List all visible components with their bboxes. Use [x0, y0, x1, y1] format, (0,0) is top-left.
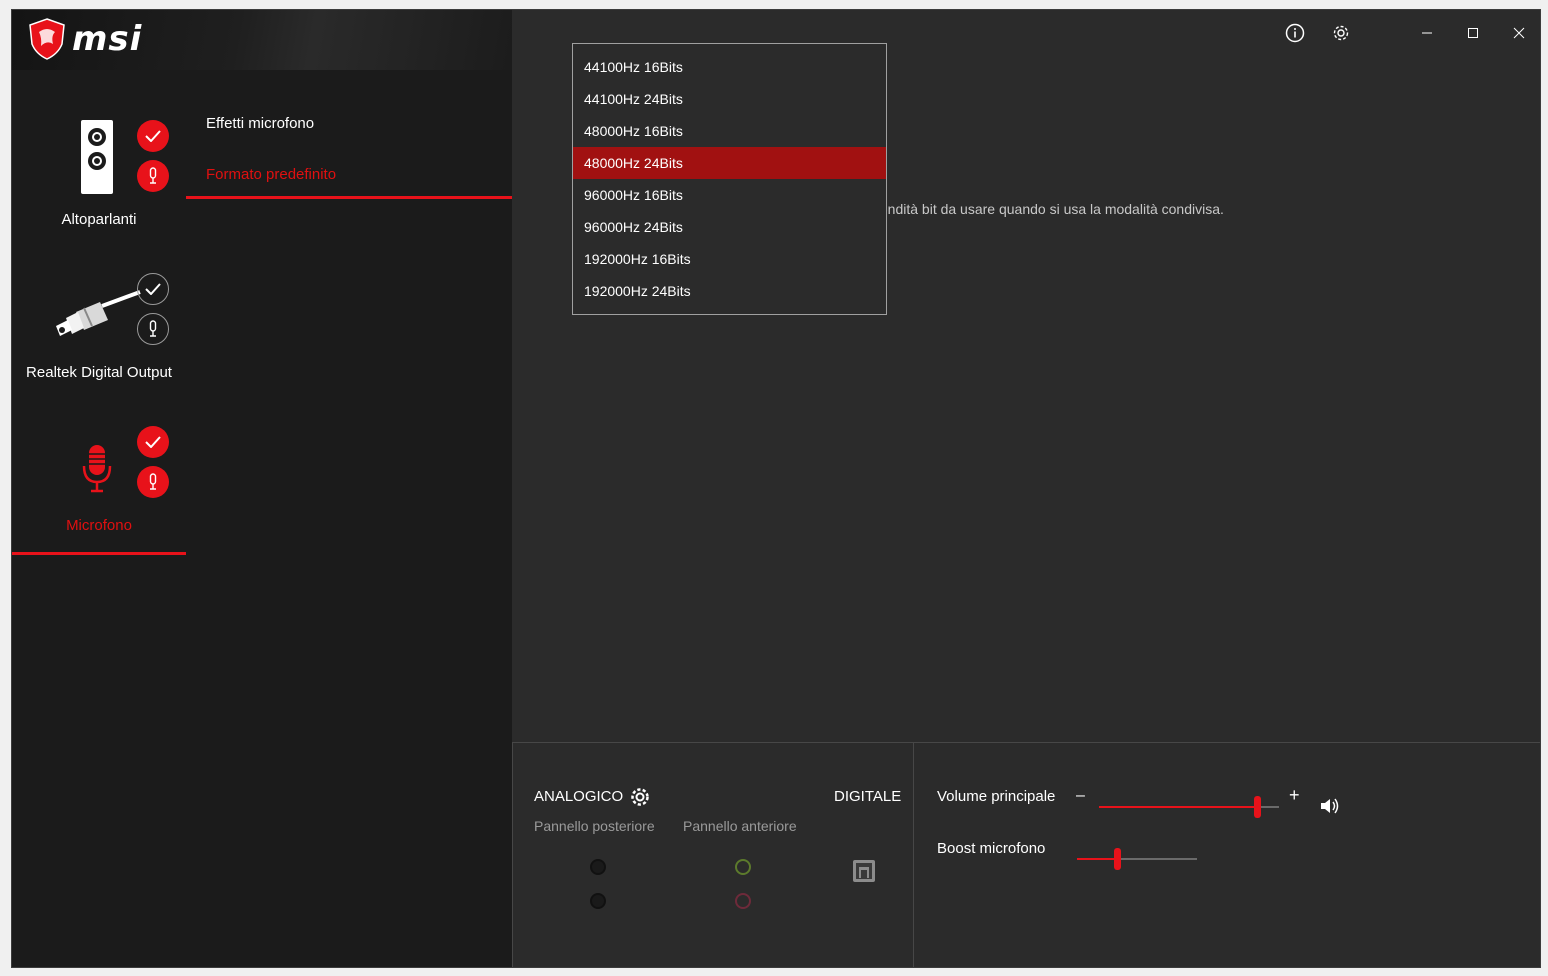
- spdif-port-icon[interactable]: [852, 859, 876, 888]
- front-panel-label: Pannello anteriore: [683, 818, 797, 834]
- speaker-icon: [81, 120, 113, 194]
- default-comm-mic-icon[interactable]: [137, 160, 169, 192]
- format-option[interactable]: 192000Hz 16Bits: [573, 243, 886, 275]
- volume-decrease-icon[interactable]: –: [1076, 787, 1085, 805]
- maximize-icon[interactable]: [1458, 18, 1488, 48]
- device-label: Microfono: [66, 517, 132, 534]
- audio-cable-icon: [56, 290, 141, 336]
- format-option[interactable]: 96000Hz 24Bits: [573, 211, 886, 243]
- active-tab-indicator: [186, 196, 512, 199]
- default-device-check-icon[interactable]: [137, 120, 169, 152]
- rear-panel-label: Pannello posteriore: [534, 818, 655, 834]
- format-option[interactable]: 44100Hz 16Bits: [573, 51, 886, 83]
- main-volume-thumb[interactable]: [1254, 796, 1261, 818]
- minimize-icon[interactable]: [1412, 18, 1442, 48]
- device-label: Altoparlanti: [61, 211, 137, 228]
- bottom-panel: ANALOGICO DIGITALE Pannello posteriore P…: [512, 742, 1540, 967]
- device-label: Realtek Digital Output: [26, 364, 172, 381]
- msi-logo: msi: [28, 18, 142, 60]
- default-device-check-icon[interactable]: [137, 273, 169, 305]
- rear-jack-2[interactable]: [590, 893, 606, 909]
- front-headphone-jack[interactable]: [735, 859, 751, 875]
- volume-increase-icon[interactable]: +: [1289, 785, 1300, 806]
- dragon-shield-icon: [29, 18, 65, 60]
- brand-name: msi: [72, 19, 143, 59]
- app-window: Altoparlanti Realtek Digital Output Micr…: [11, 9, 1541, 968]
- analog-label: ANALOGICO: [534, 788, 624, 805]
- microphone-icon: [82, 445, 112, 493]
- mic-boost-fill: [1077, 858, 1117, 860]
- default-comm-mic-icon[interactable]: [137, 313, 169, 345]
- mic-boost-thumb[interactable]: [1114, 848, 1121, 870]
- device-column: Altoparlanti Realtek Digital Output Micr…: [12, 10, 186, 967]
- connector-settings-gear-icon[interactable]: [629, 786, 651, 813]
- gear-icon[interactable]: [1326, 18, 1356, 48]
- main-volume-label: Volume principale: [937, 788, 1056, 805]
- format-dropdown-list[interactable]: 44100Hz 16Bits 44100Hz 24Bits 48000Hz 16…: [572, 43, 887, 315]
- tab-default-format[interactable]: Formato predefinito: [206, 166, 336, 183]
- format-option[interactable]: 44100Hz 24Bits: [573, 83, 886, 115]
- format-option-selected[interactable]: 48000Hz 24Bits: [573, 147, 886, 179]
- default-device-check-icon[interactable]: [137, 426, 169, 458]
- speaker-volume-icon[interactable]: [1320, 797, 1340, 820]
- digital-label: DIGITALE: [834, 788, 902, 805]
- info-icon[interactable]: [1280, 18, 1310, 48]
- format-option[interactable]: 192000Hz 24Bits: [573, 275, 886, 307]
- main-volume-fill: [1099, 806, 1257, 808]
- rear-jack-1[interactable]: [590, 859, 606, 875]
- tab-column: Effetti microfono Formato predefinito: [186, 70, 512, 967]
- connector-panel: ANALOGICO DIGITALE Pannello posteriore P…: [512, 743, 914, 967]
- tab-microphone-effects[interactable]: Effetti microfono: [206, 115, 314, 132]
- active-device-indicator: [12, 552, 186, 555]
- front-mic-jack[interactable]: [735, 893, 751, 909]
- header-band: msi: [12, 10, 512, 70]
- format-option[interactable]: 48000Hz 16Bits: [573, 115, 886, 147]
- format-description: fondità bit da usare quando si usa la mo…: [876, 201, 1224, 217]
- format-option[interactable]: 96000Hz 16Bits: [573, 179, 886, 211]
- close-icon[interactable]: [1504, 18, 1534, 48]
- default-comm-mic-icon[interactable]: [137, 466, 169, 498]
- mic-boost-label: Boost microfono: [937, 840, 1046, 857]
